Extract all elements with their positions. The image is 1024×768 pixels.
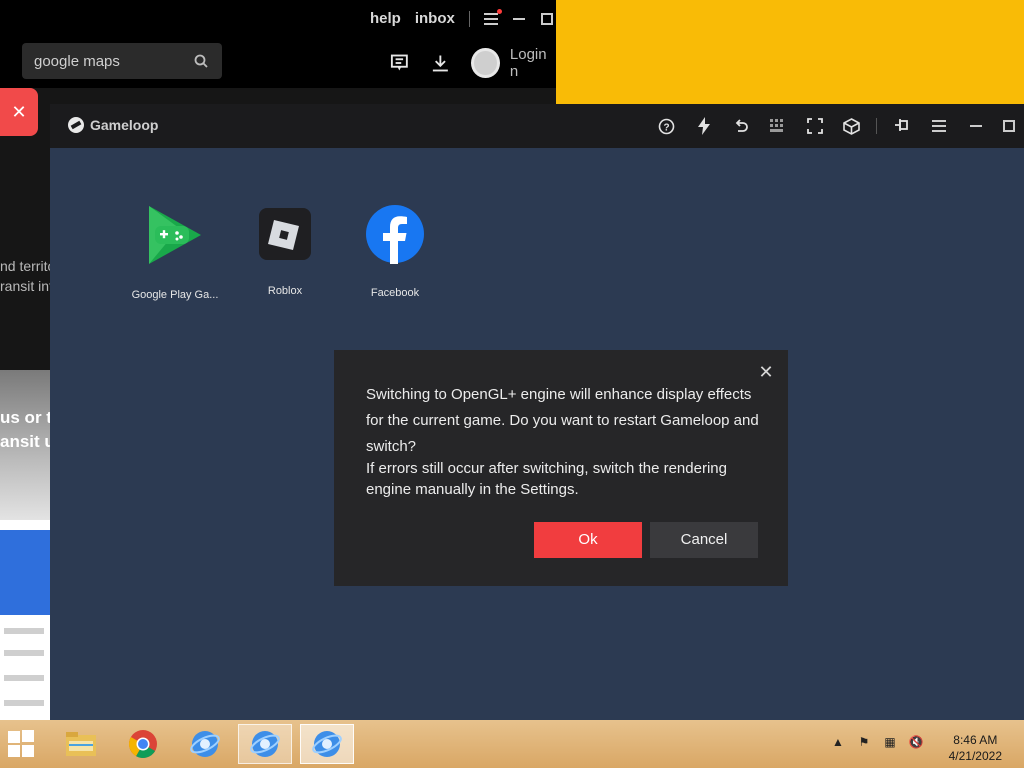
search-box[interactable]: google maps [22, 43, 222, 79]
search-input[interactable]: google maps [34, 53, 120, 70]
background-toolbar: Login n [390, 46, 556, 80]
background-photo-caption: ansit up [0, 432, 50, 451]
search-icon[interactable] [194, 54, 208, 68]
clock[interactable]: 8:46 AM 4/21/2022 [949, 732, 1002, 764]
feedback-icon[interactable] [390, 53, 409, 73]
dialog-note: If errors still occur after switching, s… [366, 460, 727, 498]
taskbar-chrome[interactable] [116, 724, 170, 764]
clock-time: 8:46 AM [953, 733, 998, 747]
app-tile-facebook[interactable]: Facebook [340, 204, 450, 299]
close-button[interactable]: ✕ [0, 88, 38, 136]
taskbar-gameloop[interactable] [238, 724, 292, 764]
app-label: Roblox [267, 285, 303, 297]
gameloop-icon [190, 731, 220, 757]
app-tile-roblox[interactable]: Roblox [230, 204, 340, 297]
help-icon[interactable]: ? [648, 104, 685, 148]
chevron-up-icon[interactable]: ▲ [830, 734, 846, 750]
system-tray: ▲ ⚑ ▦ 🔇 [830, 734, 924, 750]
gameloop-icon [312, 731, 342, 757]
action-center-flag-icon[interactable]: ⚑ [856, 734, 872, 750]
avatar[interactable] [471, 48, 500, 78]
background-topbar: help inbox google maps Login n [0, 0, 556, 88]
background-photo-caption: us or tr [0, 408, 50, 427]
menu-icon[interactable] [483, 8, 502, 26]
gameloop-logo-icon [68, 117, 84, 133]
gameloop-titlebar: Gameloop ? [50, 104, 1024, 148]
divider [468, 10, 470, 27]
engine-switch-dialog: ✕ Switching to OpenGL+ engine will enhan… [334, 350, 788, 586]
close-icon[interactable]: ✕ [758, 363, 774, 381]
svg-text:?: ? [663, 122, 669, 133]
gameloop-toolbar: ? [648, 104, 1024, 148]
taskbar-gameloop[interactable] [178, 724, 232, 764]
roblox-icon [259, 208, 311, 260]
background-text-line: nd territo [0, 258, 50, 274]
clock-date: 4/21/2022 [948, 749, 1002, 763]
ok-button[interactable]: Ok [534, 522, 642, 558]
minimize-icon[interactable] [957, 104, 994, 148]
app-label: Facebook [370, 287, 420, 299]
chrome-icon [129, 730, 157, 758]
volume-muted-icon[interactable]: 🔇 [908, 734, 924, 750]
network-icon[interactable]: ▦ [882, 734, 898, 750]
background-top-links: help inbox [370, 8, 554, 27]
cube-icon[interactable] [833, 104, 870, 148]
login-link[interactable]: Login n [510, 46, 556, 80]
taskbar-gameloop[interactable] [300, 724, 354, 764]
pin-icon[interactable] [883, 104, 920, 148]
taskbar-file-explorer[interactable] [54, 724, 108, 764]
toolbar-divider [876, 118, 877, 134]
maximize-icon[interactable] [540, 12, 554, 26]
help-link[interactable]: help [370, 10, 401, 27]
cancel-button[interactable]: Cancel [650, 522, 758, 558]
yellow-background-panel [556, 0, 1024, 105]
menu-icon[interactable] [920, 104, 957, 148]
dialog-message: Switching to OpenGL+ engine will enhance… [366, 386, 759, 455]
file-explorer-icon [66, 732, 96, 756]
undo-icon[interactable] [722, 104, 759, 148]
inbox-link[interactable]: inbox [415, 10, 455, 27]
app-label: Google Play Ga... [131, 289, 219, 301]
minimize-icon[interactable] [512, 12, 526, 26]
keyboard-icon[interactable] [759, 104, 796, 148]
google-play-games-icon [149, 206, 201, 264]
taskbar: ▲ ⚑ ▦ 🔇 8:46 AM 4/21/2022 [0, 720, 1024, 768]
start-button[interactable] [8, 730, 36, 758]
gameloop-icon [250, 731, 280, 757]
background-map-preview [0, 520, 50, 720]
download-icon[interactable] [431, 53, 450, 73]
facebook-icon [366, 205, 424, 264]
window-title: Gameloop [90, 117, 159, 133]
background-text-line: ransit inf [0, 278, 50, 294]
close-icon: ✕ [11, 101, 27, 122]
app-tile-google-play-games[interactable]: Google Play Ga... [120, 204, 230, 301]
fullscreen-icon[interactable] [796, 104, 833, 148]
maximize-icon[interactable] [994, 104, 1024, 148]
boost-icon[interactable] [685, 104, 722, 148]
